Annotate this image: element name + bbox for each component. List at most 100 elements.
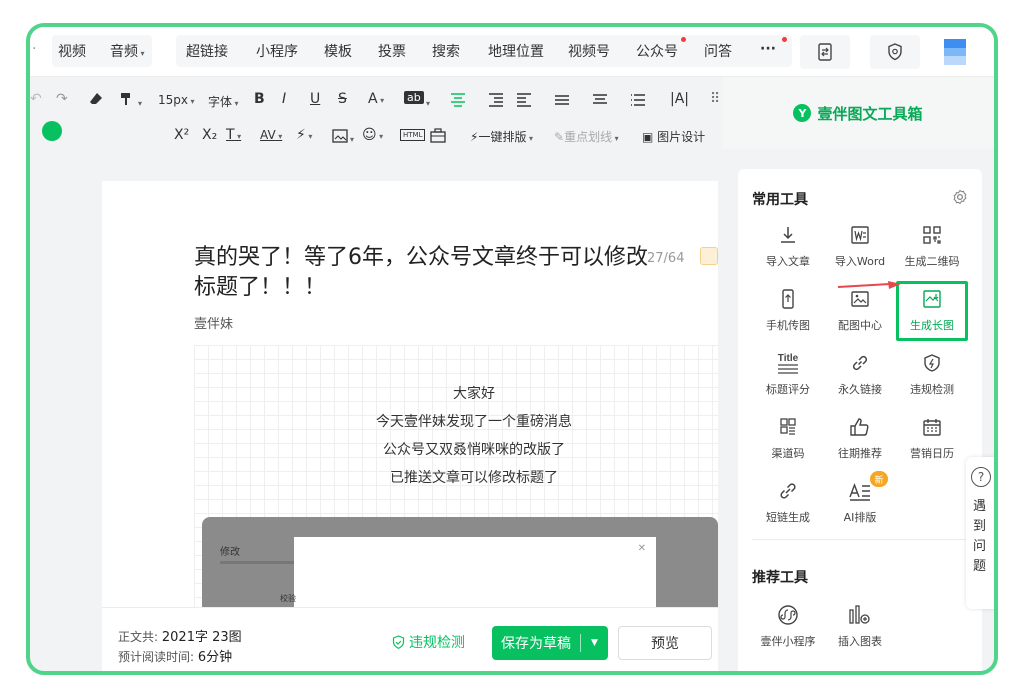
body-line-2: 今天壹伴妹发现了一个重磅消息	[376, 414, 572, 430]
image-design-button[interactable]: ▣ 图片设计	[642, 128, 705, 145]
tool-long-image[interactable]: 生成长图	[896, 281, 968, 341]
tool-past-recommend[interactable]: 往期推荐	[824, 413, 896, 461]
question-icon: ?	[971, 467, 991, 487]
image-center-icon	[851, 291, 869, 307]
chevron-down-icon: ▼	[591, 638, 598, 648]
tool-import-word[interactable]: 导入Word	[824, 221, 896, 269]
letter-spacing-button[interactable]: |A|	[670, 91, 689, 107]
align-center-icon[interactable]	[450, 93, 466, 107]
toolbar-channels[interactable]: 视频号	[568, 41, 610, 61]
tool-insert-chart[interactable]: 插入图表	[824, 601, 896, 649]
toolbox-panel: Y 壹伴图文工具箱 常用工具 导入文章 导入Word 生成二维码 手机传图 配图…	[722, 77, 994, 671]
tool-short-link[interactable]: 短链生成	[752, 477, 824, 525]
toolbox-card: 常用工具 导入文章 导入Word 生成二维码 手机传图 配图中心 生成长图 Ti…	[738, 169, 982, 671]
phone-upload-icon	[782, 289, 794, 309]
tool-title-score[interactable]: Title 标题评分	[752, 349, 824, 397]
editor-paper: 真的哭了！等了6年，公众号文章终于可以修改标题了！！！ 27/64 壹伴妹 大家…	[102, 181, 718, 607]
underline-button[interactable]: U	[310, 91, 320, 107]
more-dot	[782, 37, 787, 42]
title-char-count: 27/64	[647, 251, 685, 266]
list-icon[interactable]	[630, 93, 646, 107]
screenshot-subline	[220, 561, 300, 564]
indent-icon[interactable]	[488, 93, 504, 107]
toolbar-vote[interactable]: 投票	[378, 41, 406, 61]
save-draft-button[interactable]: 保存为草稿 ▼	[492, 626, 608, 660]
toolbox-header: Y 壹伴图文工具箱	[722, 77, 994, 149]
toolbar-hyperlink[interactable]: 超链接	[186, 41, 228, 61]
magic-icon[interactable]: ⚡ ▾	[296, 127, 312, 143]
tool-mini-program[interactable]: 壹伴小程序	[752, 601, 824, 649]
toolbox-icon[interactable]	[430, 128, 446, 143]
superscript-button[interactable]: X²	[174, 127, 189, 143]
toolbar-more[interactable]: ···	[760, 41, 776, 57]
tool-channel-code[interactable]: 渠道码	[752, 413, 824, 461]
article-title[interactable]: 真的哭了！等了6年，公众号文章终于可以修改标题了！！！	[194, 243, 664, 303]
font-color-button[interactable]: A ▾	[368, 91, 384, 107]
italic-button[interactable]: I	[282, 91, 286, 107]
html-icon[interactable]: HTML	[400, 129, 426, 141]
bg-color-caret[interactable]: ▾	[426, 95, 430, 109]
tool-ai-layout[interactable]: 新 AI排版	[824, 471, 896, 525]
tool-violation-check[interactable]: 违规检测	[896, 349, 968, 397]
bold-button[interactable]: B	[254, 91, 265, 107]
import-icon	[781, 227, 795, 243]
highlight-button[interactable]: ✎重点划线 ▾	[554, 128, 619, 145]
toolbar-video[interactable]: 视频	[58, 41, 86, 61]
redo-icon[interactable]: ↷	[56, 91, 68, 107]
toolbar-qa[interactable]: 问答	[704, 41, 732, 61]
tool-phone-upload[interactable]: 手机传图	[752, 285, 824, 333]
first-indent-button[interactable]: T ▾	[226, 127, 241, 143]
chart-icon	[849, 605, 870, 624]
more-format-icon[interactable]: ⠿	[710, 91, 720, 107]
violation-check-button[interactable]: 违规检测	[392, 632, 465, 652]
help-label: 遇到问题	[973, 499, 987, 574]
one-click-layout-button[interactable]: ⚡一键排版 ▾	[470, 128, 533, 145]
close-icon: ✕	[637, 543, 646, 554]
preview-button[interactable]: 预览	[618, 626, 712, 660]
tool-generate-qrcode[interactable]: 生成二维码	[896, 221, 968, 269]
tool-marketing-calendar[interactable]: 营销日历	[896, 413, 968, 461]
tool-image-center[interactable]: 配图中心	[824, 285, 896, 333]
embedded-screenshot: 修改 ✕ 校验	[202, 517, 718, 607]
doc-switch-button[interactable]	[800, 35, 850, 69]
help-tab[interactable]: ? 遇到问题	[966, 457, 994, 609]
article-author[interactable]: 壹伴妹	[194, 313, 233, 332]
body-line-1: 大家好	[453, 386, 495, 402]
char-spacing-button[interactable]: AV ▾	[260, 128, 282, 142]
font-family-select[interactable]: 字体 ▾	[208, 93, 239, 110]
word-count: 正文共: 2021字 23图	[118, 630, 242, 645]
tool-permanent-link[interactable]: 永久链接	[824, 349, 896, 397]
gear-icon[interactable]	[952, 189, 968, 205]
subscript-button[interactable]: X₂	[202, 127, 217, 143]
toolbar-template[interactable]: 模板	[324, 41, 352, 61]
avatar[interactable]	[944, 39, 966, 65]
mini-program-icon	[778, 605, 798, 625]
editor-footer: 正文共: 2021字 23图 预计阅读时间: 6分钟 违规检测 保存为草稿 ▼ …	[102, 607, 718, 671]
outdent-icon[interactable]	[516, 93, 532, 107]
strike-button[interactable]: S	[338, 91, 347, 107]
shield-check-icon	[392, 635, 405, 649]
toolbar-miniprogram[interactable]: 小程序	[256, 41, 298, 61]
eraser-icon[interactable]	[88, 91, 104, 107]
toolbar-overflow-left: ·	[32, 41, 37, 57]
painter-caret[interactable]: ▾	[138, 95, 142, 109]
paragraph-spacing-icon[interactable]	[592, 93, 608, 107]
title-tool-icon[interactable]	[700, 247, 718, 265]
emoji-icon[interactable]: ☺ ▾	[362, 127, 383, 143]
bg-color-button[interactable]: ab	[404, 91, 424, 104]
toolbar-location[interactable]: 地理位置	[488, 41, 544, 61]
screenshot-footer: 校验	[280, 594, 296, 603]
format-painter-icon[interactable]	[118, 91, 134, 107]
word-icon	[851, 226, 869, 244]
tool-import-article[interactable]: 导入文章	[752, 221, 824, 269]
security-button[interactable]	[870, 35, 920, 69]
ai-layout-icon	[849, 483, 870, 501]
image-insert-icon[interactable]	[332, 129, 348, 143]
toolbar-official-account[interactable]: 公众号	[636, 41, 678, 61]
toolbar-search[interactable]: 搜索	[432, 41, 460, 61]
font-size-select[interactable]: 15px ▾	[158, 93, 195, 107]
line-height-icon[interactable]	[554, 93, 570, 107]
undo-icon[interactable]: ↶	[30, 91, 42, 107]
image-caret[interactable]: ▾	[350, 131, 354, 145]
toolbar-audio[interactable]: 音频 ▾	[110, 41, 145, 61]
